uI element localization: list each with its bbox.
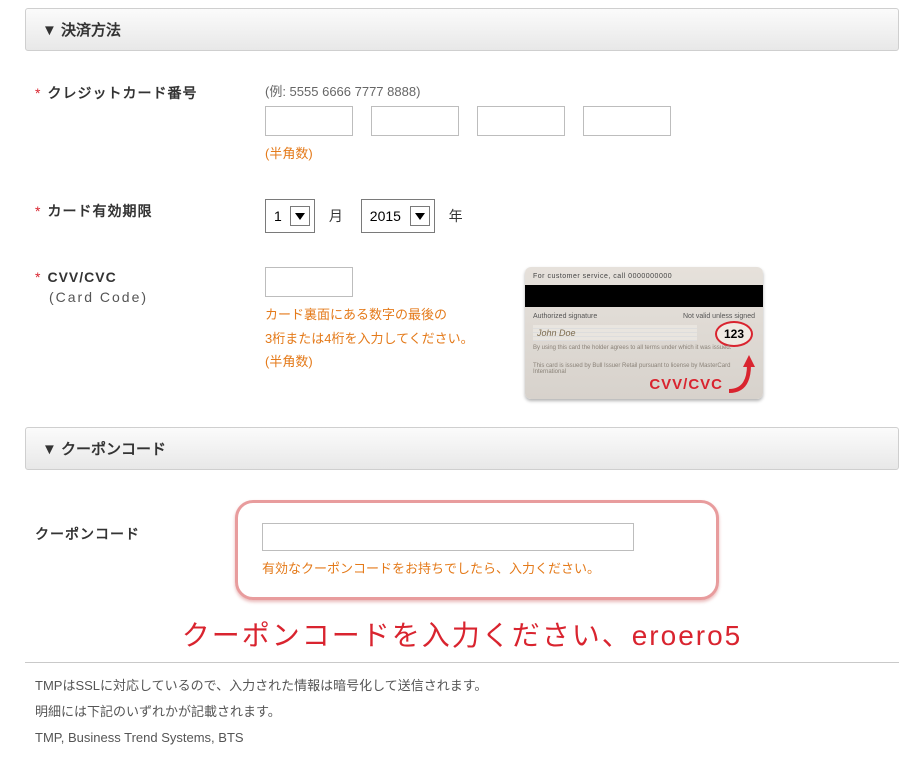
- card-illus-topline: For customer service, call 0000000000: [533, 273, 672, 280]
- footnote-line1: TMPはSSLに対応しているので、入力された情報は暗号化して送信されます。: [35, 673, 899, 699]
- footnotes: TMPはSSLに対応しているので、入力された情報は暗号化して送信されます。 明細…: [25, 673, 899, 751]
- row-coupon: クーポンコード 有効なクーポンコードをお持ちでしたら、入力ください。: [35, 500, 889, 599]
- coupon-hint: 有効なクーポンコードをお持ちでしたら、入力ください。: [262, 557, 692, 580]
- label-cc-number-text: クレジットカード番号: [47, 85, 197, 101]
- cc-seg1-input[interactable]: [265, 106, 353, 136]
- required-mark: *: [35, 269, 41, 285]
- section-header-payment-label: ▼ 決済方法: [42, 22, 121, 39]
- cvv-hint-line3: (半角数): [265, 354, 313, 369]
- required-mark: *: [35, 85, 41, 101]
- cvv-input[interactable]: [265, 267, 353, 297]
- cc-seg3-input[interactable]: [477, 106, 565, 136]
- card-illus-cvv-label: CVV/CVC: [649, 376, 723, 393]
- card-back-illustration: For customer service, call 0000000000 Au…: [525, 267, 763, 399]
- card-illus-cvv-sample: 123: [715, 321, 753, 347]
- row-cc-number: * クレジットカード番号 (例: 5555 6666 7777 8888) (半角…: [35, 81, 889, 165]
- expiry-year-unit: 年: [449, 208, 463, 224]
- card-illus-fine1: By using this card the holder agrees to …: [533, 345, 755, 353]
- cc-example: (例: 5555 6666 7777 8888): [265, 81, 889, 100]
- required-mark: *: [35, 203, 41, 219]
- card-illus-magstripe: [525, 285, 763, 307]
- coupon-highlight-box: 有効なクーポンコードをお持ちでしたら、入力ください。: [235, 500, 719, 599]
- cc-halfwidth-hint: (半角数): [265, 142, 889, 165]
- label-cvv-sub: (Card Code): [49, 289, 265, 305]
- label-coupon: クーポンコード: [35, 500, 235, 544]
- separator: [25, 662, 899, 663]
- card-illus-sig-left: Authorized signature: [533, 313, 597, 320]
- footnote-line2: 明細には下記のいずれかが記載されます。: [35, 699, 899, 725]
- label-expiry-text: カード有効期限: [47, 203, 152, 219]
- section-header-coupon[interactable]: ▼ クーポンコード: [25, 427, 899, 470]
- expiry-month-unit: 月: [329, 208, 343, 224]
- chevron-down-icon[interactable]: [290, 206, 310, 226]
- arrow-up-icon: [723, 351, 755, 393]
- label-cc-number: * クレジットカード番号: [35, 81, 265, 103]
- section-header-payment[interactable]: ▼ 決済方法: [25, 8, 899, 51]
- cc-seg2-input[interactable]: [371, 106, 459, 136]
- label-expiry: * カード有効期限: [35, 199, 265, 221]
- cc-seg4-input[interactable]: [583, 106, 671, 136]
- card-illus-signature: John Doe: [533, 325, 697, 341]
- cvv-hint: カード裏面にある数字の最後の 3桁または4桁を入力してください。 (半角数): [265, 303, 525, 373]
- expiry-year-select[interactable]: 2015: [366, 202, 406, 230]
- cvv-hint-line1: カード裏面にある数字の最後の: [265, 307, 447, 322]
- coupon-input[interactable]: [262, 523, 634, 551]
- card-illus-sig-right: Not valid unless signed: [683, 313, 755, 320]
- expiry-month-select[interactable]: 1: [270, 202, 286, 230]
- row-expiry: * カード有効期限 1 月 2015: [35, 199, 889, 233]
- coupon-annotation: クーポンコードを入力ください、eroero5: [25, 614, 899, 654]
- label-cvv-text: CVV/CVC: [47, 269, 116, 285]
- row-cvv: * CVV/CVC (Card Code) カード裏面にある数字の最後の 3桁また…: [35, 267, 889, 399]
- cvv-hint-line2: 3桁または4桁を入力してください。: [265, 331, 474, 346]
- section-header-coupon-label: ▼ クーポンコード: [42, 441, 166, 458]
- chevron-down-icon[interactable]: [410, 206, 430, 226]
- label-cvv: * CVV/CVC (Card Code): [35, 267, 265, 305]
